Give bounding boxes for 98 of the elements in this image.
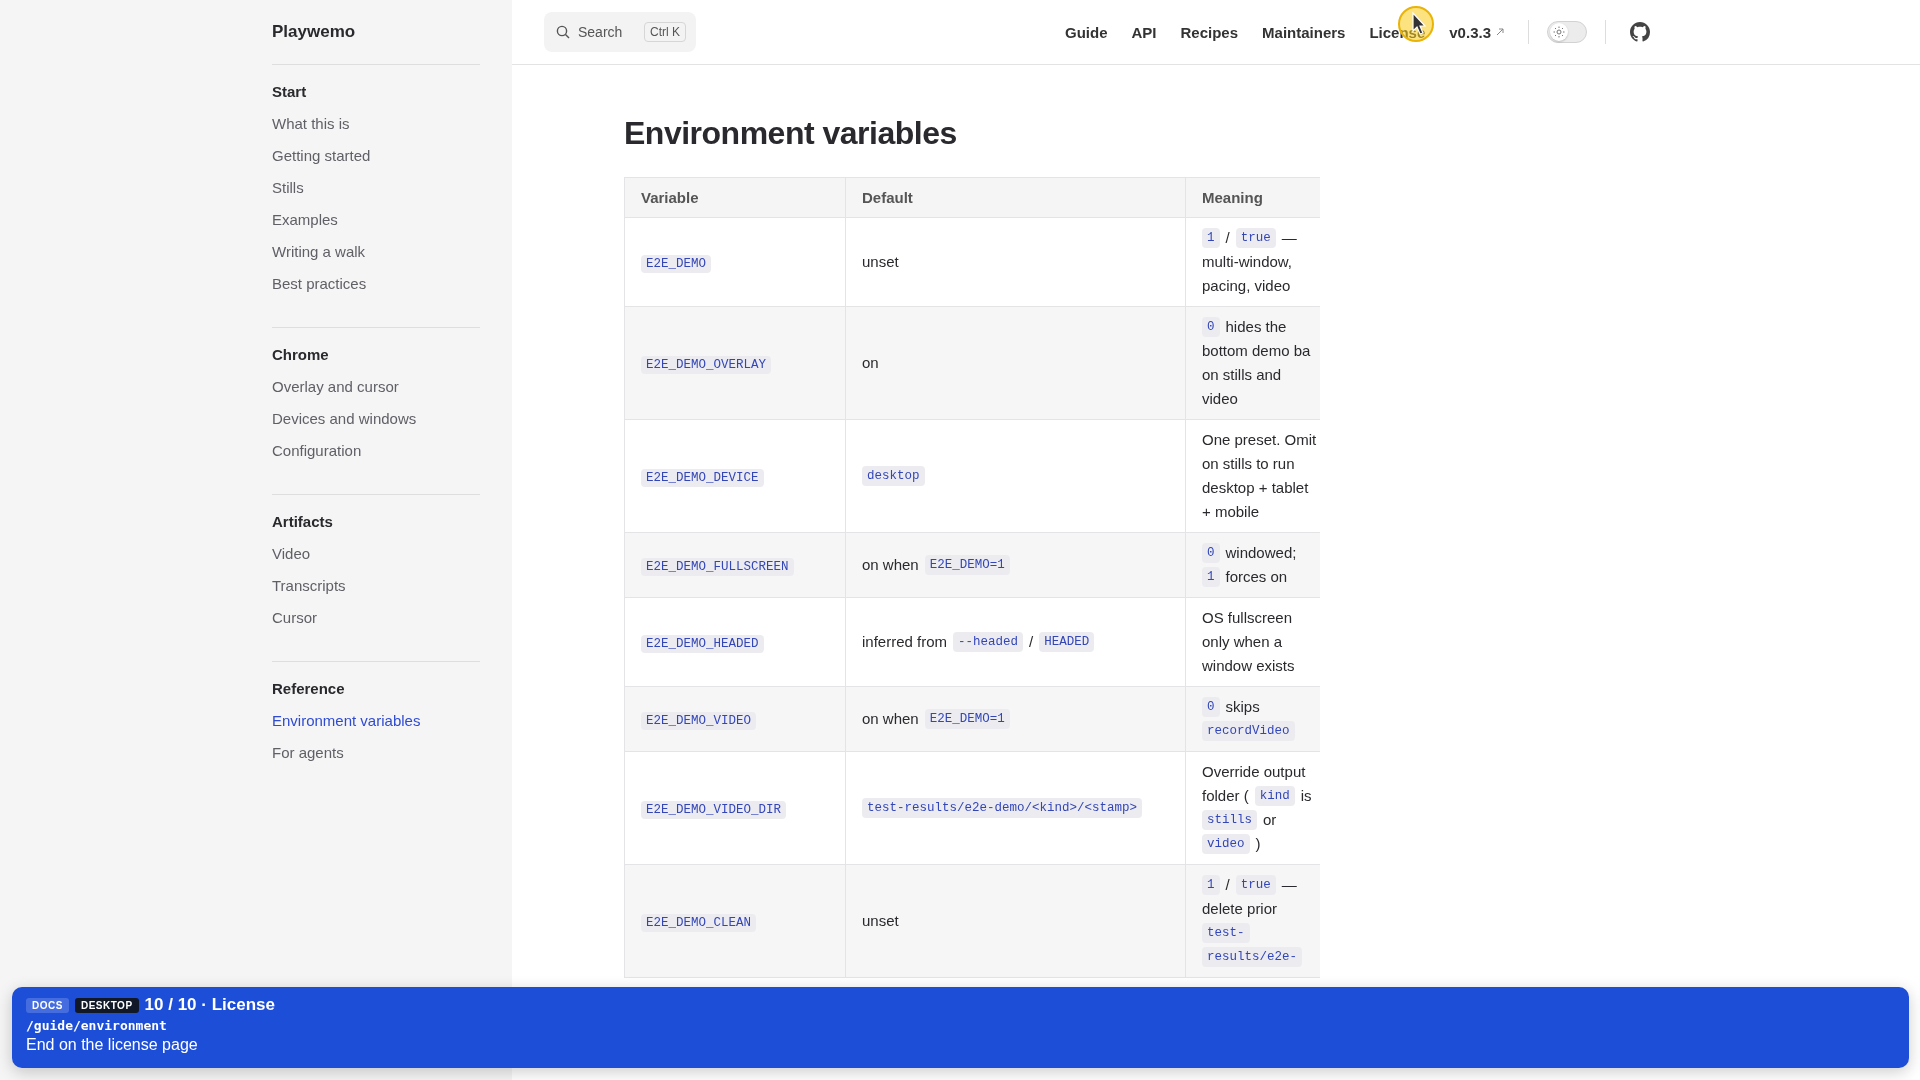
code-value: video xyxy=(1202,834,1250,854)
section-heading: Start xyxy=(272,83,308,102)
sun-icon xyxy=(1553,26,1565,38)
code-value: stills xyxy=(1202,810,1257,830)
column-header: Meaning xyxy=(1185,177,1320,218)
variable-name: E2E_DEMO_OVERLAY xyxy=(641,355,772,374)
sidebar-link[interactable]: For agents xyxy=(272,744,480,766)
code-value: E2E_DEMO=1 xyxy=(924,555,1010,575)
variable-name: E2E_DEMO_HEADED xyxy=(641,634,764,653)
cell-text: forces on xyxy=(1225,567,1288,587)
section-heading: Reference xyxy=(272,680,346,699)
nav-link[interactable]: API xyxy=(1131,23,1157,41)
cell-text: One preset. Omit xyxy=(1202,430,1317,450)
cell-text: pacing, video xyxy=(1202,276,1291,296)
brand-name[interactable]: Playwemo xyxy=(272,20,480,65)
nav-link[interactable]: Guide xyxy=(1064,23,1108,41)
code-value: E2E_DEMO=1 xyxy=(924,709,1010,729)
cell-text: on when xyxy=(862,709,919,729)
cell-text: / xyxy=(1029,632,1034,652)
route-path: /guide/environment xyxy=(26,1018,168,1033)
code-value: test-results/e2e-demo/<kind>/<stamp> xyxy=(862,798,1143,818)
variable-name: E2E_DEMO_VIDEO xyxy=(641,711,757,730)
code-value: true xyxy=(1235,875,1276,895)
sidebar-link[interactable]: Best practices xyxy=(272,275,480,297)
code-value: 1 xyxy=(1202,228,1220,248)
variable-name: E2E_DEMO_CLEAN xyxy=(641,913,757,932)
code-value: 0 xyxy=(1202,317,1220,337)
theme-toggle[interactable] xyxy=(1547,21,1587,43)
sidebar-link[interactable]: Overlay and cursor xyxy=(272,378,480,400)
column-header: Default xyxy=(845,177,1186,218)
github-icon[interactable] xyxy=(1630,22,1650,42)
variable-name: E2E_DEMO_FULLSCREEN xyxy=(641,557,794,576)
code-value: test- xyxy=(1202,923,1250,943)
code-value: results/e2e- xyxy=(1202,947,1302,967)
variable-name: E2E_DEMO_VIDEO_DIR xyxy=(641,800,787,819)
cell-text: inferred from xyxy=(862,632,948,652)
cell-text: ) xyxy=(1255,834,1261,854)
section-heading: Artifacts xyxy=(272,513,334,532)
variable-name: E2E_DEMO xyxy=(641,254,711,273)
cell-text: / xyxy=(1225,228,1230,248)
cell-text: Override output xyxy=(1202,762,1306,782)
cell-text: delete prior xyxy=(1202,899,1278,919)
sidebar-link[interactable]: What this is xyxy=(272,115,480,137)
cell-text: on xyxy=(862,353,879,373)
sidebar-link[interactable]: Environment variables xyxy=(272,712,480,734)
cell-text: windowed; xyxy=(1225,543,1297,563)
code-value: true xyxy=(1235,228,1276,248)
sidebar-link[interactable]: Video xyxy=(272,545,480,567)
sidebar-link[interactable]: Transcripts xyxy=(272,577,480,599)
cell-text: desktop + tablet xyxy=(1202,478,1309,498)
code-value: 1 xyxy=(1202,567,1220,587)
step-caption: End on the license page xyxy=(26,1036,199,1054)
cell-text: OS fullscreen xyxy=(1202,608,1293,628)
tag: DESKTOP xyxy=(74,997,139,1013)
nav-link[interactable]: Maintainers xyxy=(1262,23,1346,41)
cell-text: unset xyxy=(862,911,899,931)
code-value: 0 xyxy=(1202,543,1220,563)
cell-text: / xyxy=(1225,875,1230,895)
column-header: Variable xyxy=(624,177,846,218)
code-value: desktop xyxy=(862,466,925,486)
cell-text: — xyxy=(1281,228,1297,248)
cell-text: unset xyxy=(862,252,899,272)
tag: DOCS xyxy=(26,997,69,1013)
section-heading: Chrome xyxy=(272,346,330,365)
sidebar-link[interactable]: Cursor xyxy=(272,609,480,631)
cell-text: video xyxy=(1202,389,1238,409)
code-value: 0 xyxy=(1202,697,1220,717)
cell-text: multi-window, xyxy=(1202,252,1293,272)
step-title: 10 / 10 · License xyxy=(144,995,275,1015)
cell-text: on when xyxy=(862,555,919,575)
nav-link[interactable]: Recipes xyxy=(1180,23,1239,41)
cell-text: — xyxy=(1281,875,1297,895)
sidebar-link[interactable]: Writing a walk xyxy=(272,243,480,265)
sidebar-link[interactable]: Stills xyxy=(272,179,480,201)
cell-text: on stills to run xyxy=(1202,454,1295,474)
code-value: 1 xyxy=(1202,875,1220,895)
sidebar-link[interactable]: Examples xyxy=(272,211,480,233)
cell-text: is xyxy=(1300,786,1312,806)
cell-text: hides the xyxy=(1225,317,1287,337)
nav-link[interactable]: v0.3.3 xyxy=(1449,23,1504,41)
cell-text: only when a xyxy=(1202,632,1283,652)
code-value: HEADED xyxy=(1039,632,1095,652)
cell-text: folder ( xyxy=(1202,786,1249,806)
code-value: --headed xyxy=(953,632,1024,652)
sidebar-link[interactable]: Configuration xyxy=(272,442,480,464)
variable-name: E2E_DEMO_DEVICE xyxy=(641,468,764,487)
cell-text: or xyxy=(1263,810,1277,830)
code-value: recordVideo xyxy=(1202,721,1295,741)
cell-text: on stills and xyxy=(1202,365,1282,385)
sidebar-link[interactable]: Devices and windows xyxy=(272,410,480,432)
shortcut-key: Ctrl K xyxy=(644,22,686,42)
cell-text: bottom demo ba xyxy=(1202,341,1311,361)
cell-text: skips xyxy=(1225,697,1260,717)
code-value: kind xyxy=(1254,786,1295,806)
sidebar-link[interactable]: Getting started xyxy=(272,147,480,169)
page-title: Environment variables xyxy=(624,114,958,153)
cell-text: window exists xyxy=(1202,656,1295,676)
cell-text: + mobile xyxy=(1202,502,1260,522)
